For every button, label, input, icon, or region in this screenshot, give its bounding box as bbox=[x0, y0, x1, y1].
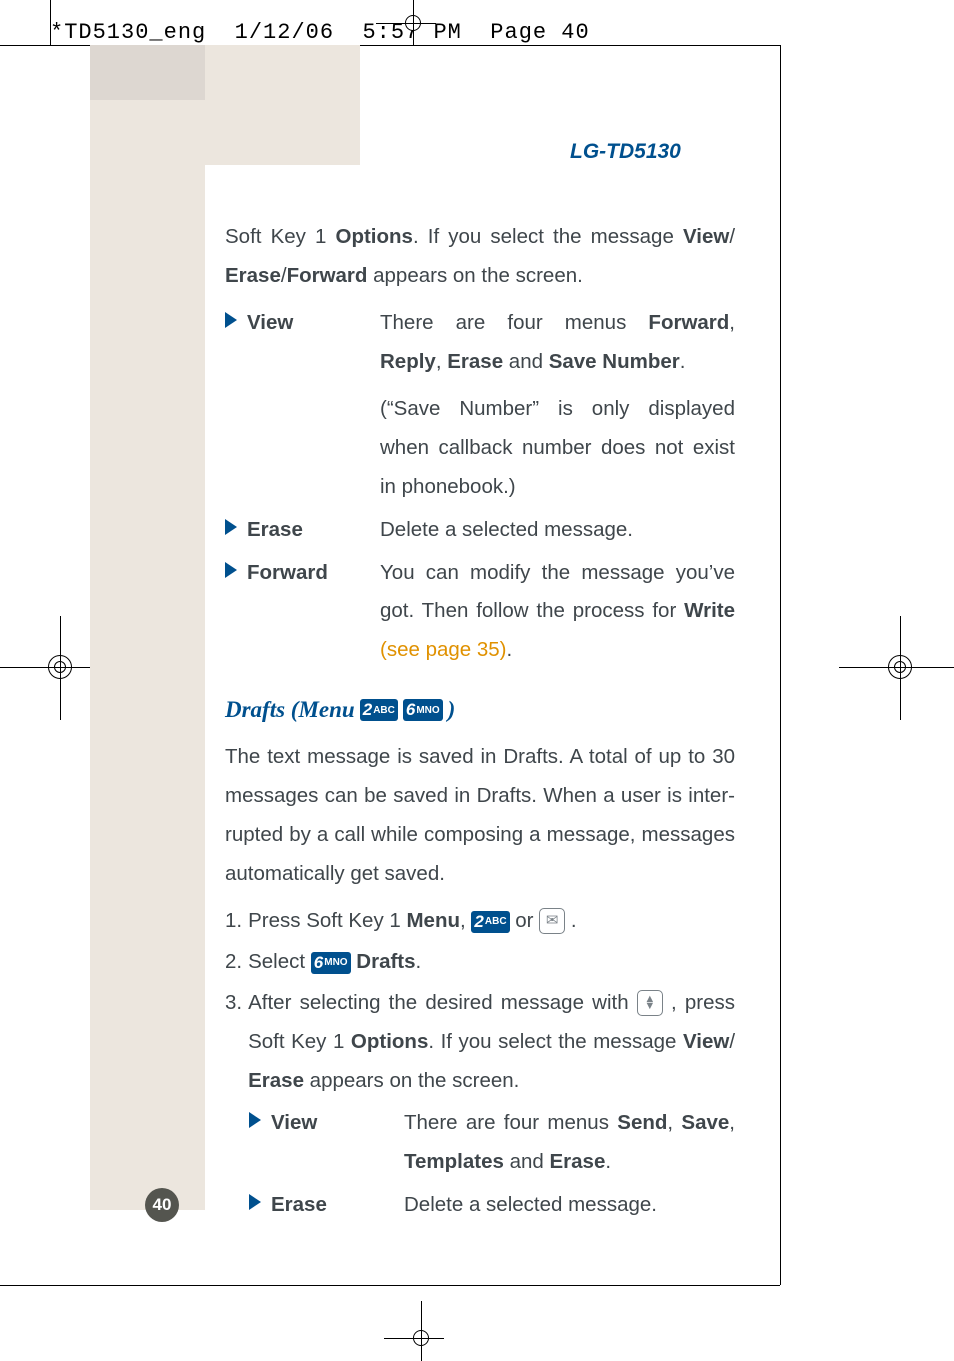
def-erase: Delete a selected message. bbox=[380, 511, 735, 550]
crop-guide bbox=[0, 1285, 780, 1286]
header-filename: *TD5130_eng bbox=[50, 20, 206, 45]
list-item: Erase Delete a selected message. bbox=[225, 1186, 735, 1225]
crop-guide bbox=[780, 45, 781, 1285]
term-view: View bbox=[225, 304, 380, 507]
key-6-icon: 6MNO bbox=[311, 952, 351, 974]
step-1: 1. Press Soft Key 1 Menu, 2ABC or ✉ . bbox=[225, 902, 735, 941]
def-forward: You can modify the message you’ve got. T… bbox=[380, 554, 735, 671]
print-header: *TD5130_eng 1/12/06 5:57 PM Page 40 bbox=[50, 20, 590, 45]
key-6-icon: 6MNO bbox=[403, 699, 443, 721]
term-forward: Forward bbox=[225, 554, 380, 671]
step-2: 2. Select 6MNO Drafts. bbox=[225, 943, 735, 982]
sidebar-decoration bbox=[90, 45, 205, 100]
page-content: Soft Key 1 Options. If you select the me… bbox=[225, 218, 735, 1225]
triangle-bullet-icon bbox=[249, 1194, 261, 1210]
term-view-2: View bbox=[249, 1104, 404, 1182]
def-view-2: There are four menus Send, Save, Templat… bbox=[404, 1104, 735, 1182]
key-2-icon: 2ABC bbox=[360, 699, 398, 721]
numbered-list: 1. Press Soft Key 1 Menu, 2ABC or ✉ . 2.… bbox=[225, 902, 735, 1101]
def-view: There are four menus Forward, Reply, Era… bbox=[380, 304, 735, 507]
updown-nav-icon: ▲▼ bbox=[637, 990, 663, 1016]
triangle-bullet-icon bbox=[249, 1112, 261, 1128]
header-decoration bbox=[205, 45, 360, 165]
intro-paragraph: Soft Key 1 Options. If you select the me… bbox=[225, 218, 735, 296]
page-number-badge: 40 bbox=[145, 1188, 179, 1222]
registration-mark-icon bbox=[894, 661, 906, 673]
triangle-bullet-icon bbox=[225, 519, 237, 535]
drafts-intro: The text message is saved in Drafts. A t… bbox=[225, 738, 735, 894]
triangle-bullet-icon bbox=[225, 312, 237, 328]
list-item: View There are four menus Forward, Reply… bbox=[225, 304, 735, 507]
registration-mark-icon bbox=[54, 661, 66, 673]
list-item: Forward You can modify the message you’v… bbox=[225, 554, 735, 671]
sidebar-decoration bbox=[90, 100, 205, 1210]
term-erase-2: Erase bbox=[249, 1186, 404, 1225]
key-2-icon: 2ABC bbox=[471, 911, 509, 933]
list-item: View There are four menus Send, Save, Te… bbox=[225, 1104, 735, 1182]
triangle-bullet-icon bbox=[225, 562, 237, 578]
def-erase-2: Delete a selected message. bbox=[404, 1186, 735, 1225]
registration-mark-icon bbox=[413, 1330, 429, 1346]
header-date: 1/12/06 bbox=[235, 20, 334, 45]
header-page: Page 40 bbox=[490, 20, 589, 45]
registration-mark-icon bbox=[405, 15, 421, 31]
section-title-drafts: Drafts (Menu 2ABC 6MNO ) bbox=[225, 688, 735, 732]
term-erase: Erase bbox=[225, 511, 380, 550]
list-item: Erase Delete a selected message. bbox=[225, 511, 735, 550]
model-label: LG-TD5130 bbox=[570, 140, 681, 164]
step-3: 3. After selecting the desired message w… bbox=[225, 984, 735, 1101]
envelope-icon: ✉ bbox=[539, 908, 565, 934]
